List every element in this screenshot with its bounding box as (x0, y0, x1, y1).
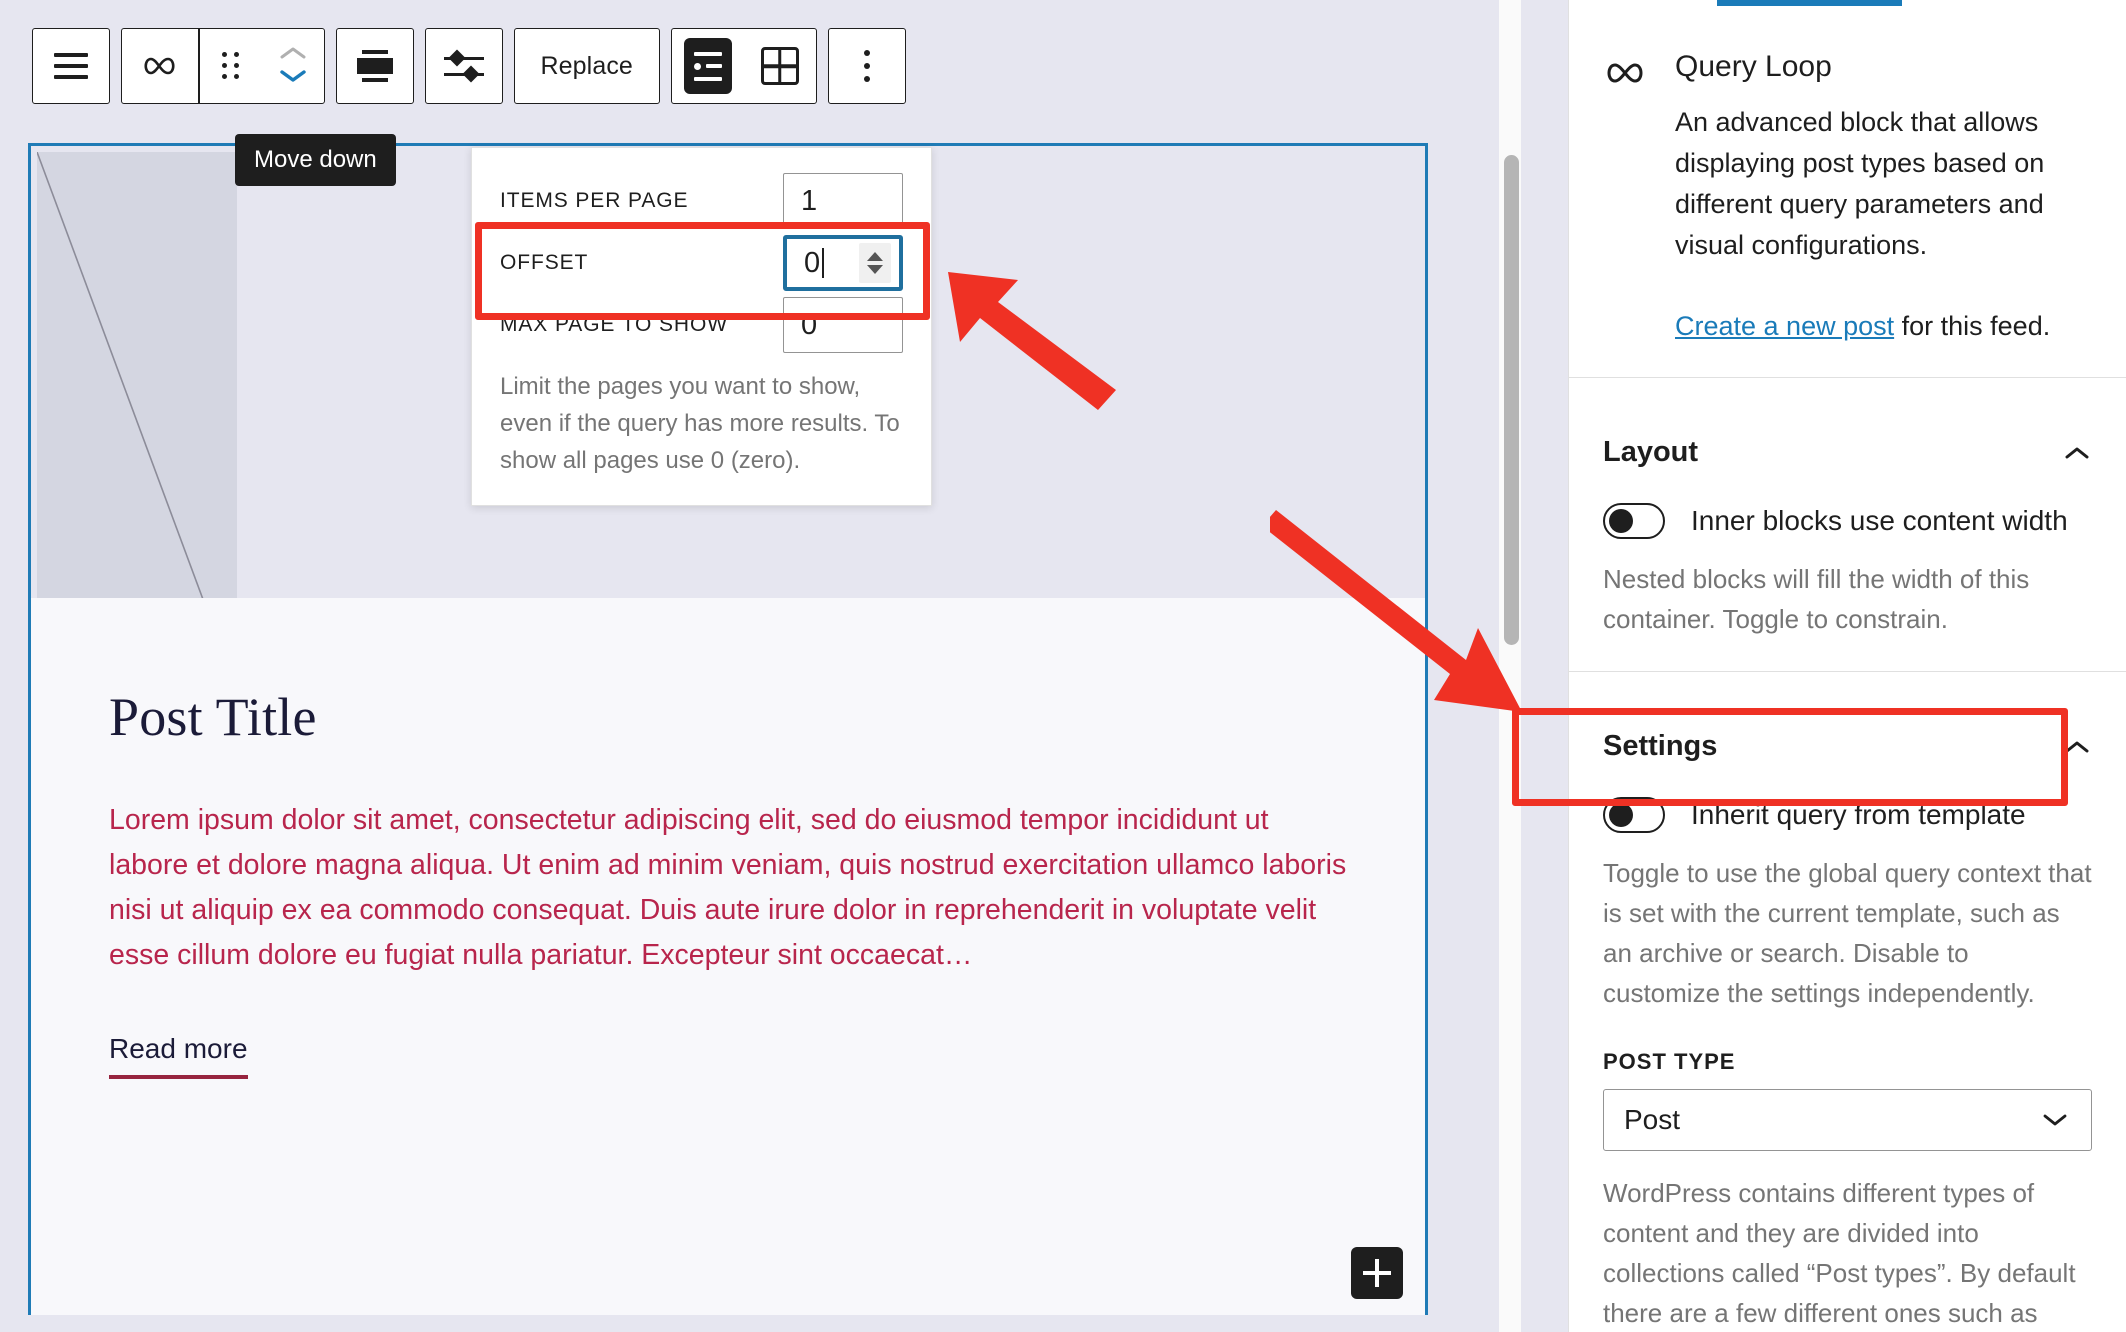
grid-view-icon (760, 47, 799, 85)
inherit-query-toggle-row: Inherit query from template (1603, 791, 2092, 853)
post-type-label: POST TYPE (1603, 1049, 1736, 1074)
query-loop-icon (1607, 63, 1643, 83)
offset-label: OFFSET (500, 251, 589, 274)
toggle-knob (1609, 509, 1633, 533)
max-page-to-show-label: MAX PAGE TO SHOW (500, 313, 728, 336)
toolbar-group-align (335, 28, 414, 104)
items-per-page-input[interactable]: 1 (783, 173, 903, 229)
layout-help-text: Nested blocks will fill the width of thi… (1603, 564, 2030, 634)
active-tab-indicator (1717, 0, 1902, 6)
chevron-up-icon[interactable] (2062, 444, 2092, 462)
block-title: Query Loop (1675, 50, 1832, 83)
align-button[interactable] (337, 29, 413, 103)
offset-row: OFFSET 0 (472, 232, 931, 294)
settings-panel-header[interactable]: Settings (1603, 700, 2092, 791)
block-settings-sidebar: Query Loop An advanced block that allows… (1568, 0, 2126, 1332)
display-settings-button[interactable] (426, 29, 502, 103)
settings-help-text: Toggle to use the global query context t… (1603, 858, 2092, 1008)
post-preview-card: Post Title Lorem ipsum dolor sit amet, c… (31, 598, 1425, 1315)
max-page-to-show-value: 0 (801, 308, 818, 341)
post-type-select[interactable]: Post (1603, 1089, 2092, 1151)
create-post-suffix: for this feed. (1894, 311, 2051, 341)
list-view-button[interactable] (672, 29, 744, 103)
replace-label: Replace (540, 51, 633, 80)
toolbar-group-replace: Replace (513, 28, 660, 104)
create-a-new-post-link[interactable]: Create a new post (1675, 311, 1894, 341)
layout-panel-header[interactable]: Layout (1603, 406, 2092, 497)
canvas-scrollbar[interactable] (1499, 0, 1521, 1332)
chevron-up-icon (280, 47, 305, 59)
display-settings-popover: ITEMS PER PAGE 1 OFFSET 0 MAX PAGE TO SH… (471, 147, 932, 506)
block-description: An advanced block that allows displaying… (1675, 107, 2045, 260)
block-info-section: Query Loop An advanced block that allows… (1569, 0, 2126, 378)
layout-panel-title: Layout (1603, 436, 1699, 468)
max-page-help-text: Limit the pages you want to show, even i… (500, 373, 900, 474)
spinner-down-icon[interactable] (867, 265, 883, 274)
scrollbar-thumb[interactable] (1504, 155, 1519, 645)
grid-view-button[interactable] (744, 29, 816, 103)
toolbar-group-view (670, 28, 817, 104)
more-options-button[interactable] (829, 29, 905, 103)
inherit-query-toggle-label: Inherit query from template (1691, 799, 2026, 830)
settings-panel-title: Settings (1603, 730, 1718, 762)
chevron-up-icon[interactable] (2062, 738, 2092, 756)
toolbar-group-block (121, 28, 325, 104)
toolbar-group-navigation (32, 28, 110, 104)
read-more-link[interactable]: Read more (109, 1033, 248, 1079)
list-view-icon (683, 38, 732, 94)
drag-handle-icon (221, 52, 240, 80)
spinner-up-icon[interactable] (867, 252, 883, 261)
move-down-button[interactable] (278, 67, 308, 88)
inner-blocks-toggle-row: Inner blocks use content width (1603, 497, 2092, 559)
settings-panel: Settings Inherit query from template Tog… (1569, 672, 2126, 1332)
sliders-icon (443, 49, 484, 83)
block-toolbar: Replace (32, 28, 906, 104)
block-type-button[interactable] (122, 29, 198, 103)
offset-value: 0 (804, 246, 821, 279)
kebab-menu-icon (863, 50, 870, 82)
move-up-button[interactable] (278, 44, 308, 65)
move-down-tooltip: Move down (235, 134, 396, 186)
post-title[interactable]: Post Title (109, 686, 317, 748)
items-per-page-label: ITEMS PER PAGE (500, 189, 689, 212)
items-per-page-row: ITEMS PER PAGE 1 (472, 170, 931, 232)
editor-canvas: Post Title Lorem ipsum dolor sit amet, c… (0, 0, 1521, 1332)
replace-button[interactable]: Replace (515, 29, 659, 103)
post-type-value: Post (1624, 1104, 1681, 1135)
query-loop-icon (144, 57, 175, 75)
align-center-icon (356, 49, 393, 83)
inner-blocks-toggle-label: Inner blocks use content width (1691, 505, 2068, 536)
create-post-row: Create a new post for this feed. (1675, 306, 2092, 377)
offset-spinner[interactable] (859, 243, 891, 283)
post-type-help-text: WordPress contains different types of co… (1603, 1178, 2076, 1328)
scrollbar-track[interactable] (1499, 0, 1521, 1332)
drag-handle-button[interactable] (200, 29, 262, 103)
toolbar-group-display (424, 28, 503, 104)
chevron-down-icon (2043, 1114, 2067, 1126)
inherit-query-from-template-toggle[interactable] (1603, 797, 1665, 833)
toggle-knob (1609, 803, 1633, 827)
text-caret (822, 248, 825, 278)
editor-screen: Post Title Lorem ipsum dolor sit amet, c… (0, 0, 2126, 1332)
max-page-row: MAX PAGE TO SHOW 0 (472, 294, 931, 356)
layout-panel: Layout Inner blocks use content width Ne… (1569, 378, 2126, 672)
hamburger-icon (54, 53, 88, 79)
add-block-button[interactable] (1351, 1247, 1403, 1299)
toolbar-group-more (827, 28, 906, 104)
items-per-page-value: 1 (801, 184, 818, 217)
document-overview-button[interactable] (33, 29, 109, 103)
block-movers (262, 29, 324, 103)
offset-input[interactable]: 0 (783, 235, 903, 291)
post-excerpt[interactable]: Lorem ipsum dolor sit amet, consectetur … (109, 798, 1354, 978)
max-page-to-show-input[interactable]: 0 (783, 297, 903, 353)
inner-blocks-use-content-width-toggle[interactable] (1603, 503, 1665, 539)
chevron-down-icon (279, 70, 306, 82)
block-info-header: Query Loop An advanced block that allows… (1603, 28, 2092, 377)
